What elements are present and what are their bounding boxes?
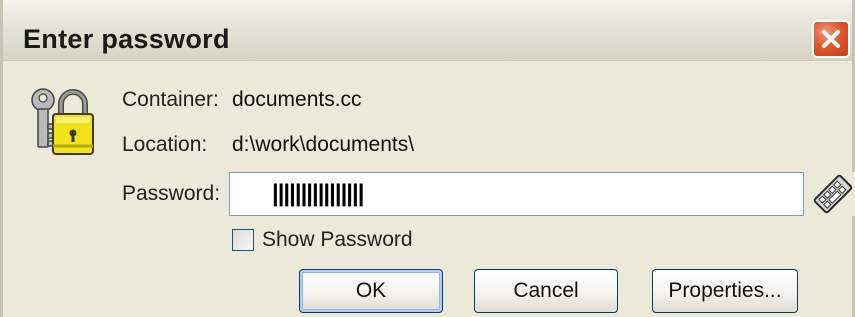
cancel-button[interactable]: Cancel [474,269,618,313]
show-password-checkbox[interactable] [232,229,254,251]
keyboard-icon[interactable] [811,172,855,216]
password-input[interactable]: |||||||||||||||| [229,172,804,216]
location-value: d:\work\documents\ [232,133,415,156]
close-button[interactable] [812,20,850,58]
close-icon [822,30,840,48]
container-value: documents.cc [232,88,362,111]
title-bar[interactable]: Enter password [3,0,852,61]
password-dialog: Enter password Container: documents.cc L… [0,0,855,317]
show-password-label[interactable]: Show Password [262,228,413,252]
location-label: Location: [122,133,208,156]
container-label: Container: [122,88,219,111]
properties-button[interactable]: Properties... [652,269,798,313]
dialog-title: Enter password [23,24,230,54]
password-masked-value: |||||||||||||||| [272,180,364,207]
password-label: Password: [122,182,221,205]
keys-lock-icon [31,88,94,155]
ok-button[interactable]: OK [299,269,443,313]
